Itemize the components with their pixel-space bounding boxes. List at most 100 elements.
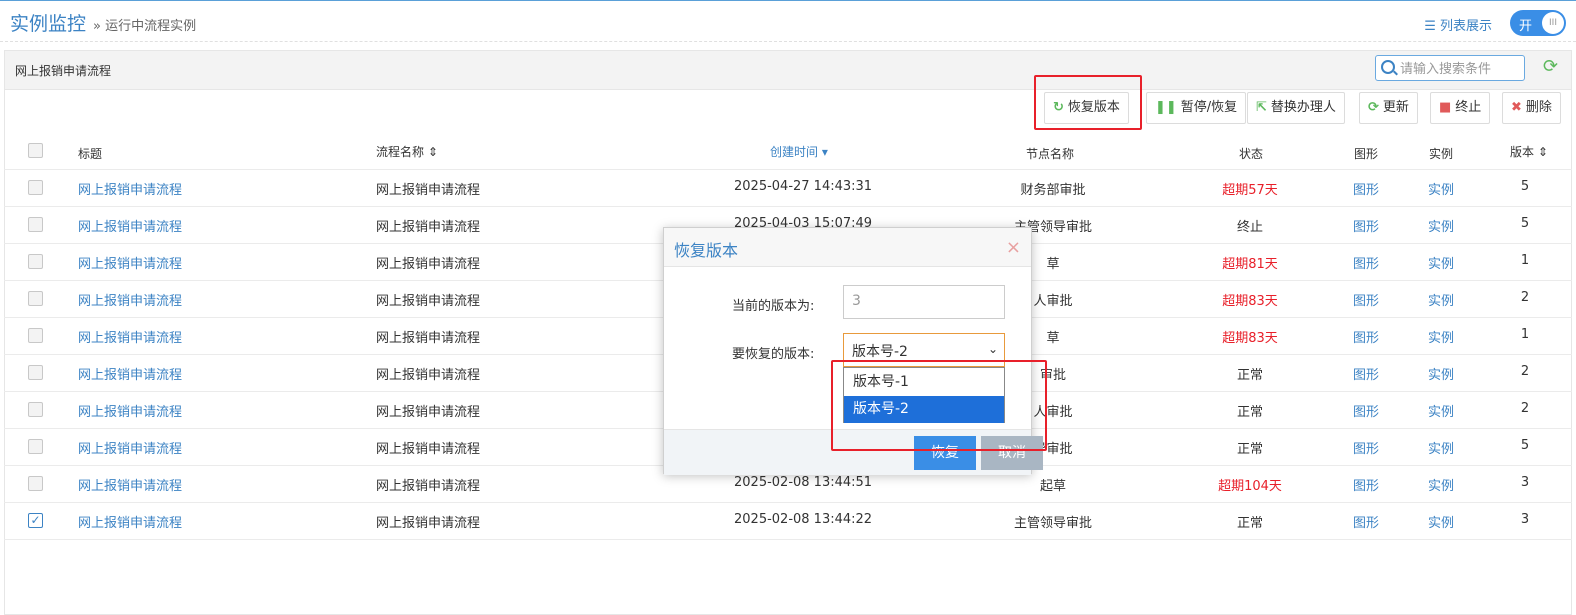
col-created[interactable]: 创建时间 ▾ (770, 143, 828, 160)
row-graph-link[interactable]: 图形 (1353, 475, 1379, 494)
row-checkbox[interactable] (28, 180, 43, 195)
col-graph: 图形 (1354, 147, 1379, 161)
row-checkbox[interactable]: ✓ (28, 513, 43, 528)
row-status: 正常 (1236, 368, 1263, 383)
row-status: 终止 (1236, 220, 1263, 235)
stop-button[interactable]: ■ 终止 (1430, 92, 1491, 124)
row-title-link[interactable]: 网上报销申请流程 (78, 327, 182, 346)
row-node: 起草 (1039, 479, 1066, 494)
row-instance-link[interactable]: 实例 (1428, 364, 1454, 383)
row-version: 5 (1520, 438, 1530, 453)
col-instance: 实例 (1429, 147, 1454, 161)
row-instance-link[interactable]: 实例 (1428, 475, 1454, 494)
row-graph-link[interactable]: 图形 (1353, 401, 1379, 420)
row-process-name: 网上报销申请流程 (376, 368, 481, 383)
row-process-name: 网上报销申请流程 (376, 516, 481, 531)
row-title-link[interactable]: 网上报销申请流程 (78, 216, 182, 235)
list-view-link[interactable]: ☰ 列表展示 (1424, 15, 1492, 34)
current-version-label: 当前的版本为: (732, 299, 815, 314)
row-checkbox[interactable] (28, 402, 43, 417)
row-instance-link[interactable]: 实例 (1428, 216, 1454, 235)
row-version: 3 (1520, 475, 1530, 490)
row-process-name: 网上报销申请流程 (376, 331, 481, 346)
row-checkbox[interactable] (28, 254, 43, 269)
row-title-link[interactable]: 网上报销申请流程 (78, 290, 182, 309)
row-graph-link[interactable]: 图形 (1353, 216, 1379, 235)
restore-version-label: 要恢复的版本: (732, 347, 815, 362)
panel-header: 网上报销申请流程 ⟳ (5, 51, 1571, 90)
row-title-link[interactable]: 网上报销申请流程 (78, 438, 182, 457)
highlight-box-options (831, 360, 1047, 451)
sort-icon: ⇕ (427, 145, 438, 159)
col-node: 节点名称 (1026, 147, 1075, 161)
row-checkbox[interactable] (28, 365, 43, 380)
select-all-checkbox[interactable] (28, 143, 43, 158)
view-toggle[interactable]: 开 III (1510, 10, 1566, 36)
row-process-name: 网上报销申请流程 (376, 257, 481, 272)
row-graph-link[interactable]: 图形 (1353, 290, 1379, 309)
row-node: 主管领导审批 (1013, 516, 1092, 531)
list-icon: ☰ (1424, 19, 1440, 34)
row-checkbox[interactable] (28, 291, 43, 306)
row-graph-link[interactable]: 图形 (1353, 253, 1379, 272)
row-instance-link[interactable]: 实例 (1428, 401, 1454, 420)
row-process-name: 网上报销申请流程 (376, 183, 481, 198)
row-title-link[interactable]: 网上报销申请流程 (78, 512, 182, 531)
row-node: 财务部审批 (1020, 183, 1086, 198)
toggle-knob: III (1542, 12, 1564, 34)
row-process-name: 网上报销申请流程 (376, 220, 481, 235)
row-checkbox[interactable] (28, 439, 43, 454)
row-graph-link[interactable]: 图形 (1353, 327, 1379, 346)
current-version-field: 3 (843, 285, 1005, 319)
row-title-link[interactable]: 网上报销申请流程 (78, 475, 182, 494)
replace-handler-label: 替换办理人 (1270, 100, 1336, 115)
row-checkbox[interactable] (28, 328, 43, 343)
col-version[interactable]: 版本 ⇕ (1510, 143, 1548, 160)
table-row: ✓ 网上报销申请流程 网上报销申请流程 2025-02-08 13:44:22 主管领导… (4, 503, 1572, 540)
refresh-icon[interactable]: ⟳ (1543, 56, 1558, 77)
list-view-label: 列表展示 (1439, 19, 1492, 34)
row-instance-link[interactable]: 实例 (1428, 327, 1454, 346)
sync-icon: ⟳ (1368, 100, 1379, 115)
col-created-label: 创建时间 (770, 145, 819, 159)
stop-icon: ■ (1439, 100, 1452, 115)
row-process-name: 网上报销申请流程 (376, 442, 481, 457)
search-box[interactable] (1375, 55, 1525, 81)
row-instance-link[interactable]: 实例 (1428, 179, 1454, 198)
row-process-name: 网上报销申请流程 (376, 479, 481, 494)
row-status: 超期83天 (1222, 294, 1278, 309)
row-graph-link[interactable]: 图形 (1353, 438, 1379, 457)
row-status: 正常 (1236, 516, 1263, 531)
page-title: 实例监控 (10, 13, 87, 35)
row-instance-link[interactable]: 实例 (1428, 253, 1454, 272)
row-title-link[interactable]: 网上报销申请流程 (78, 364, 182, 383)
row-instance-link[interactable]: 实例 (1428, 290, 1454, 309)
row-graph-link[interactable]: 图形 (1353, 512, 1379, 531)
update-button[interactable]: ⟳ 更新 (1359, 92, 1418, 124)
row-instance-link[interactable]: 实例 (1428, 438, 1454, 457)
row-title-link[interactable]: 网上报销申请流程 (78, 401, 182, 420)
delete-button[interactable]: ✖ 删除 (1502, 92, 1561, 124)
row-graph-link[interactable]: 图形 (1353, 364, 1379, 383)
search-input[interactable] (1398, 59, 1522, 79)
row-title-link[interactable]: 网上报销申请流程 (78, 179, 182, 198)
row-instance-link[interactable]: 实例 (1428, 512, 1454, 531)
chevron-down-icon: ⌄ (987, 342, 998, 356)
row-checkbox[interactable] (28, 476, 43, 491)
pause-resume-button[interactable]: ❚❚ 暂停/恢复 (1146, 92, 1247, 124)
row-status: 超期83天 (1222, 331, 1278, 346)
row-checkbox[interactable] (28, 217, 43, 232)
version-select-value: 版本号-2 (852, 344, 908, 360)
row-version: 1 (1520, 327, 1530, 342)
close-icon[interactable]: × (1006, 237, 1021, 258)
col-process-name[interactable]: 流程名称 ⇕ (376, 143, 438, 160)
row-process-name: 网上报销申请流程 (376, 294, 481, 309)
table-header: 标题 流程名称 ⇕ 创建时间 ▾ 节点名称 状态 图形 实例 版本 ⇕ (4, 133, 1572, 170)
table-row: 网上报销申请流程 网上报销申请流程 2025-04-27 14:43:31 财务部审批… (4, 170, 1572, 207)
row-version: 5 (1520, 179, 1530, 194)
replace-handler-button[interactable]: ⇱ 替换办理人 (1247, 92, 1345, 124)
row-title-link[interactable]: 网上报销申请流程 (78, 253, 182, 272)
col-status: 状态 (1239, 147, 1264, 161)
row-graph-link[interactable]: 图形 (1353, 179, 1379, 198)
dialog-title: 恢复版本 (674, 241, 739, 260)
